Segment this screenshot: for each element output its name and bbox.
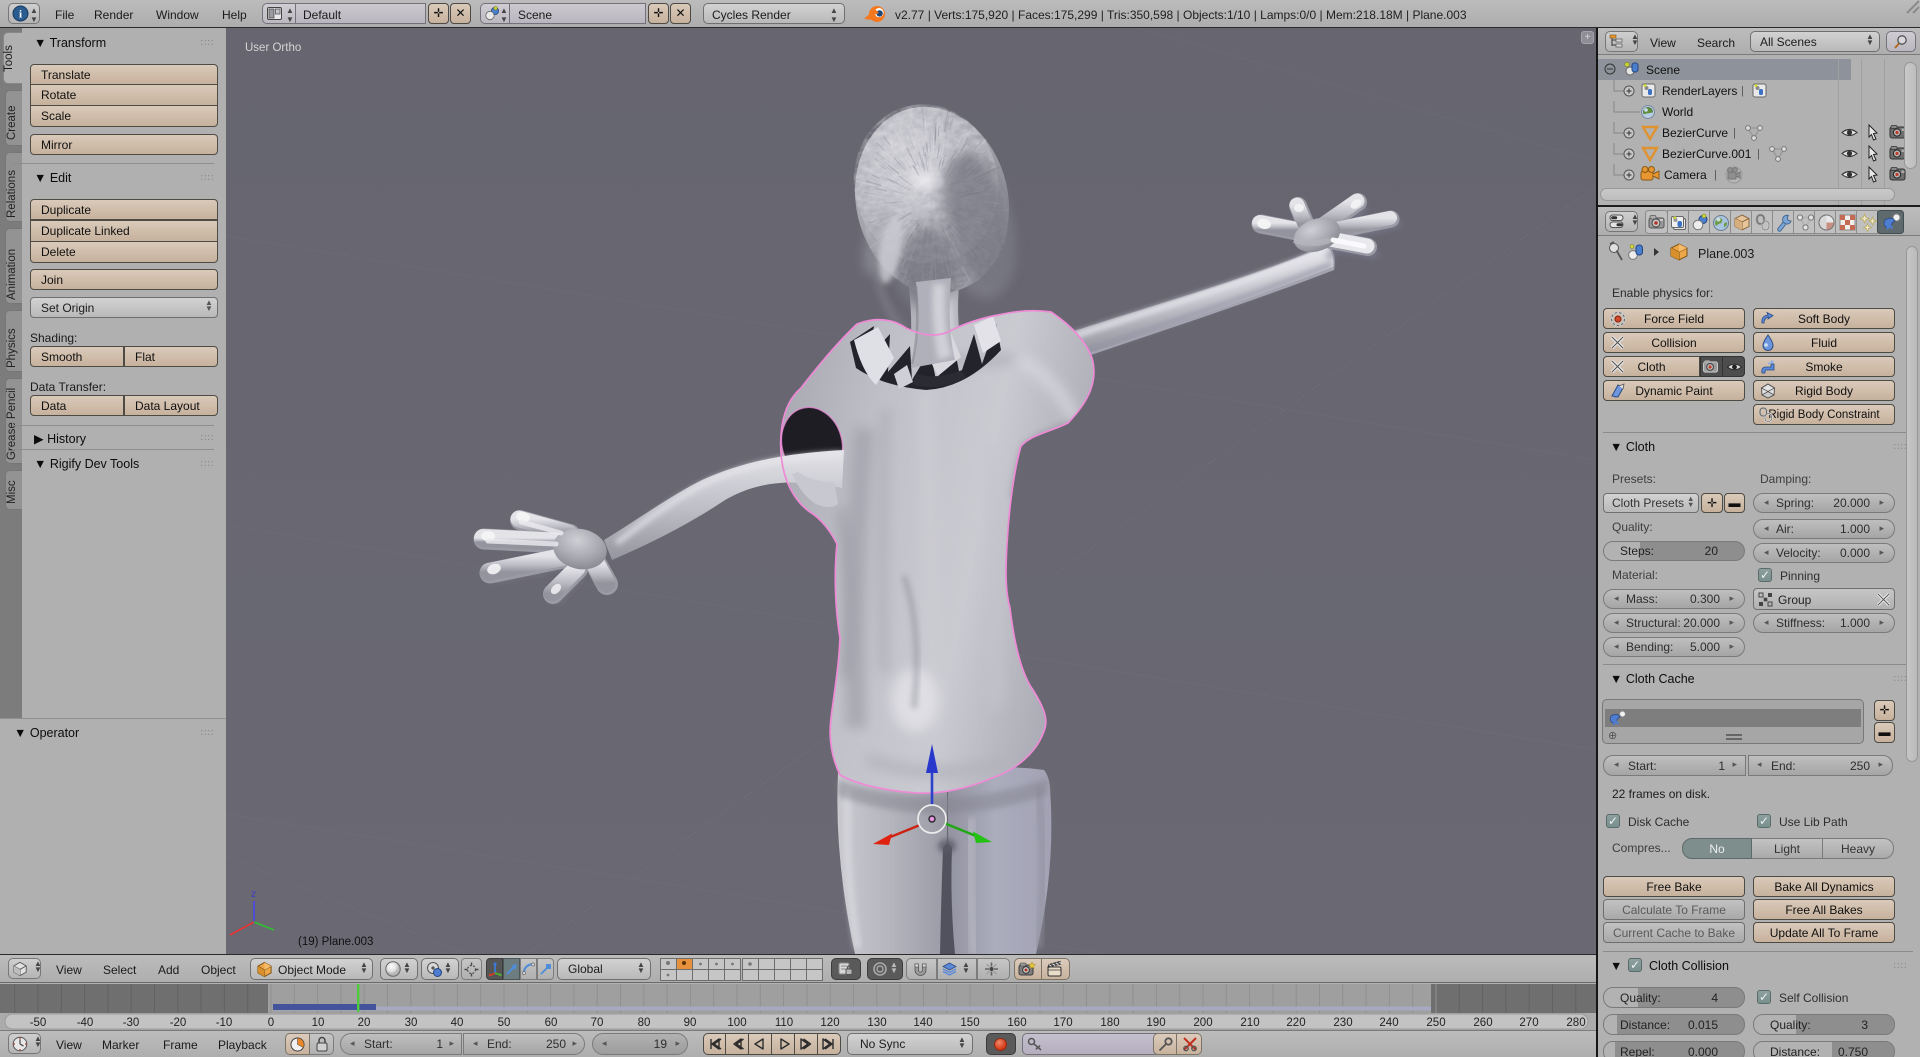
svg-text:140: 140 bbox=[913, 1017, 932, 1029]
svg-text:260: 260 bbox=[1473, 1017, 1492, 1029]
svg-text:110: 110 bbox=[775, 1017, 793, 1029]
svg-text:z: z bbox=[251, 889, 256, 900]
svg-text:90: 90 bbox=[684, 1017, 697, 1029]
svg-text:-10: -10 bbox=[216, 1017, 233, 1029]
svg-text:-40: -40 bbox=[77, 1017, 94, 1029]
svg-text:-30: -30 bbox=[123, 1017, 140, 1029]
svg-text:-50: -50 bbox=[30, 1017, 47, 1029]
svg-text:BezierCurve.001: BezierCurve.001 bbox=[1662, 147, 1752, 161]
svg-text:270: 270 bbox=[1519, 1017, 1538, 1029]
svg-text:RenderLayers: RenderLayers bbox=[1662, 84, 1737, 98]
svg-text:World: World bbox=[1662, 105, 1693, 119]
svg-text:0: 0 bbox=[268, 1017, 274, 1029]
svg-text:50: 50 bbox=[498, 1017, 511, 1029]
svg-text:280: 280 bbox=[1566, 1017, 1585, 1029]
svg-text:|: | bbox=[1757, 148, 1760, 160]
svg-text:60: 60 bbox=[545, 1017, 558, 1029]
svg-text:160: 160 bbox=[1007, 1017, 1026, 1029]
svg-text:|: | bbox=[1741, 85, 1744, 97]
svg-text:|: | bbox=[1733, 127, 1736, 139]
svg-text:20: 20 bbox=[358, 1017, 371, 1029]
svg-text:220: 220 bbox=[1286, 1017, 1305, 1029]
svg-text:200: 200 bbox=[1193, 1017, 1212, 1029]
svg-text:BezierCurve: BezierCurve bbox=[1662, 126, 1728, 140]
svg-text:170: 170 bbox=[1053, 1017, 1072, 1029]
svg-text:230: 230 bbox=[1333, 1017, 1352, 1029]
svg-text:70: 70 bbox=[591, 1017, 604, 1029]
svg-text:40: 40 bbox=[451, 1017, 464, 1029]
svg-text:120: 120 bbox=[820, 1017, 839, 1029]
svg-text:180: 180 bbox=[1100, 1017, 1119, 1029]
svg-text:|: | bbox=[1714, 169, 1717, 181]
svg-text:80: 80 bbox=[638, 1017, 651, 1029]
svg-text:250: 250 bbox=[1426, 1017, 1445, 1029]
svg-text:30: 30 bbox=[405, 1017, 418, 1029]
svg-text:100: 100 bbox=[727, 1017, 746, 1029]
svg-text:210: 210 bbox=[1240, 1017, 1259, 1029]
svg-text:Camera: Camera bbox=[1664, 168, 1707, 182]
svg-text:Scene: Scene bbox=[1646, 63, 1680, 77]
svg-text:240: 240 bbox=[1379, 1017, 1398, 1029]
svg-text:130: 130 bbox=[867, 1017, 886, 1029]
svg-text:10: 10 bbox=[312, 1017, 325, 1029]
svg-text:-20: -20 bbox=[170, 1017, 187, 1029]
svg-text:i: i bbox=[19, 9, 22, 21]
svg-text:190: 190 bbox=[1146, 1017, 1165, 1029]
svg-text:150: 150 bbox=[960, 1017, 979, 1029]
